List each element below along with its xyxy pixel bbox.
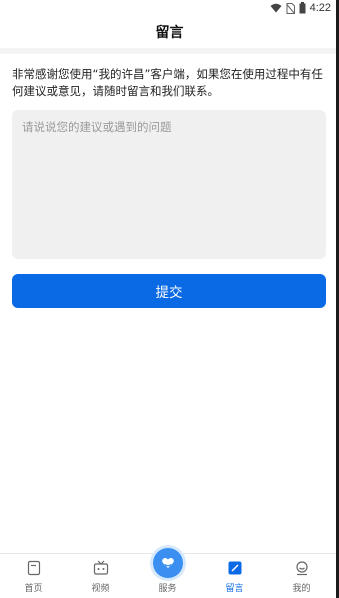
no-sim-icon bbox=[285, 2, 295, 14]
status-icons: 4:22 bbox=[270, 1, 331, 15]
bottom-tab-bar: 首页 视频 服务 留言 我的 bbox=[0, 548, 336, 598]
feedback-input[interactable] bbox=[12, 110, 326, 259]
tab-home[interactable]: 首页 bbox=[0, 554, 67, 598]
tab-profile[interactable]: 我的 bbox=[268, 554, 335, 598]
tab-label: 我的 bbox=[292, 584, 311, 594]
tab-video[interactable]: 视频 bbox=[67, 554, 134, 598]
tab-label: 首页 bbox=[24, 584, 43, 594]
page-header: 留言 bbox=[0, 16, 339, 48]
service-bubble bbox=[152, 548, 183, 578]
wifi-icon bbox=[270, 3, 282, 13]
page-title: 留言 bbox=[155, 25, 184, 41]
tab-service[interactable]: 服务 bbox=[134, 548, 201, 598]
tv-icon bbox=[93, 560, 108, 575]
status-bar: 4:22 bbox=[0, 0, 339, 16]
home-page-icon bbox=[27, 560, 40, 576]
battery-icon bbox=[299, 2, 306, 14]
message-edit-icon bbox=[228, 561, 241, 575]
tab-label: 视频 bbox=[91, 584, 110, 594]
service-heart-icon bbox=[161, 557, 174, 568]
tab-message[interactable]: 留言 bbox=[201, 554, 268, 598]
profile-icon bbox=[295, 561, 308, 576]
tab-label: 服务 bbox=[158, 584, 177, 594]
status-time: 4:22 bbox=[309, 2, 331, 14]
intro-text: 非常感谢您使用“我的许昌”客户端，如果您在使用过程中有任何建议或意见，请随时留言… bbox=[12, 67, 323, 98]
tab-label: 留言 bbox=[225, 584, 244, 594]
submit-button[interactable]: 提交 bbox=[12, 274, 326, 308]
header-divider bbox=[0, 48, 339, 54]
